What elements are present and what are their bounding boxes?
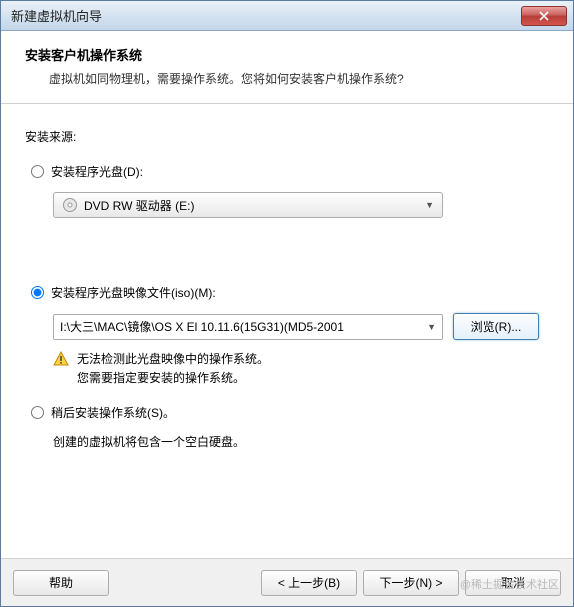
radio-iso-label: 安装程序光盘映像文件(iso)(M): <box>51 284 216 301</box>
titlebar[interactable]: 新建虚拟机向导 <box>1 1 573 31</box>
radio-disc-input[interactable] <box>31 165 44 178</box>
warning-line2: 您需要指定要安装的操作系统。 <box>77 369 269 388</box>
drive-dropdown-text: DVD RW 驱动器 (E:) <box>84 197 425 214</box>
warning-icon <box>53 351 69 367</box>
content: 安装来源: 安装程序光盘(D): DVD RW 驱动器 (E:) ▼ 安装程序光… <box>1 104 573 480</box>
help-button[interactable]: 帮助 <box>13 570 109 596</box>
iso-path-text: I:\大三\MAC\镜像\OS X El 10.11.6(15G31)(MD5-… <box>60 318 423 335</box>
back-button[interactable]: < 上一步(B) <box>261 570 357 596</box>
next-button[interactable]: 下一步(N) > <box>363 570 459 596</box>
iso-path-combo[interactable]: I:\大三\MAC\镜像\OS X El 10.11.6(15G31)(MD5-… <box>53 314 443 340</box>
radio-iso-input[interactable] <box>31 286 44 299</box>
header-title: 安装客户机操作系统 <box>25 45 549 64</box>
chevron-down-icon: ▼ <box>423 322 436 332</box>
browse-button[interactable]: 浏览(R)... <box>453 313 539 340</box>
header: 安装客户机操作系统 虚拟机如同物理机，需要操作系统。您将如何安装客户机操作系统? <box>1 31 573 104</box>
chevron-down-icon: ▼ <box>425 200 434 210</box>
drive-dropdown[interactable]: DVD RW 驱动器 (E:) ▼ <box>53 192 443 218</box>
radio-later[interactable]: 稍后安装操作系统(S)。 <box>25 404 549 421</box>
radio-later-input[interactable] <box>31 406 44 419</box>
radio-disc[interactable]: 安装程序光盘(D): <box>25 163 549 180</box>
header-subtitle: 虚拟机如同物理机，需要操作系统。您将如何安装客户机操作系统? <box>25 70 549 87</box>
radio-later-label: 稍后安装操作系统(S)。 <box>51 404 175 421</box>
warning-text: 无法检测此光盘映像中的操作系统。 您需要指定要安装的操作系统。 <box>77 350 269 388</box>
warning-line1: 无法检测此光盘映像中的操作系统。 <box>77 350 269 369</box>
wizard-window: 新建虚拟机向导 安装客户机操作系统 虚拟机如同物理机，需要操作系统。您将如何安装… <box>0 0 574 607</box>
radio-iso[interactable]: 安装程序光盘映像文件(iso)(M): <box>25 284 549 301</box>
warning-row: 无法检测此光盘映像中的操作系统。 您需要指定要安装的操作系统。 <box>53 350 549 388</box>
disc-icon <box>62 197 78 213</box>
footer: 帮助 < 上一步(B) 下一步(N) > 取消 <box>1 558 573 606</box>
close-icon <box>539 11 549 21</box>
window-title: 新建虚拟机向导 <box>11 6 521 25</box>
radio-disc-label: 安装程序光盘(D): <box>51 163 143 180</box>
close-button[interactable] <box>521 6 567 26</box>
cancel-button[interactable]: 取消 <box>465 570 561 596</box>
later-info: 创建的虚拟机将包含一个空白硬盘。 <box>53 433 549 450</box>
source-label: 安装来源: <box>25 128 549 145</box>
